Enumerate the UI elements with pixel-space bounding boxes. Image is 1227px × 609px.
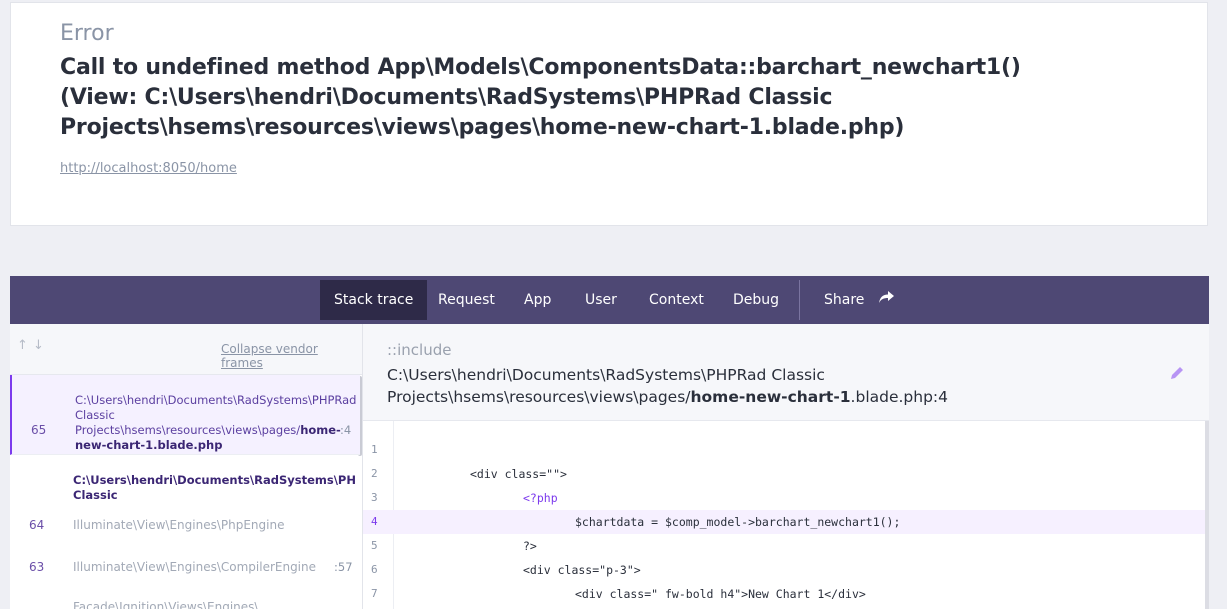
frame-number: 65 xyxy=(31,423,47,437)
error-url-link[interactable]: http://localhost:8050/home xyxy=(60,161,237,176)
tab-debug[interactable]: Debug xyxy=(719,280,793,320)
tab-stack-trace[interactable]: Stack trace xyxy=(320,280,428,320)
error-label: Error xyxy=(60,21,114,46)
code-line-highlighted: 4 $chartdata = $comp_model->barchart_new… xyxy=(363,510,1205,534)
frame-number: 63 xyxy=(29,560,45,574)
code-header: ::include C:\Users\hendri\Documents\RadS… xyxy=(363,324,1209,421)
frame-line-number: :57 xyxy=(334,560,353,574)
frame-path: C:\Users\hendri\Documents\RadSystems\PHP… xyxy=(75,393,357,452)
vendor-path: C:\Users\hendri\Documents\RadSystems\PHP… xyxy=(73,473,357,505)
error-message: Call to undefined method App\Models\Comp… xyxy=(60,55,1021,140)
frame-class: Facade\Ignition\Views\Engines\ xyxy=(73,600,259,609)
code-line: 6 <div class="p-3"> xyxy=(371,563,641,577)
error-card: Error Call to undefined method App\Model… xyxy=(10,2,1208,226)
tab-app[interactable]: App xyxy=(510,280,565,320)
stack-frame-selected[interactable]: 65 C:\Users\hendri\Documents\RadSystems\… xyxy=(10,375,360,455)
share-button[interactable]: Share xyxy=(810,280,908,320)
include-label: ::include xyxy=(387,341,452,359)
arrow-up-icon[interactable]: ↑ xyxy=(17,338,28,353)
frame-class: Illuminate\View\Engines\CompilerEngine xyxy=(73,560,317,574)
share-arrow-icon xyxy=(878,280,894,320)
tab-user[interactable]: User xyxy=(571,280,631,320)
file-path: C:\Users\hendri\Documents\RadSystems\PHP… xyxy=(387,366,949,406)
stack-frame-vendor-group[interactable]: C:\Users\hendri\Documents\RadSystems\PHP… xyxy=(10,456,360,609)
code-line: 3 <?php xyxy=(371,491,558,505)
frame-class: Illuminate\View\Engines\PhpEngine xyxy=(73,518,285,532)
code-line: 2 <div class=""> xyxy=(371,467,567,481)
code-line: 1 xyxy=(371,443,378,456)
pencil-edit-icon[interactable] xyxy=(1169,365,1185,385)
tab-divider xyxy=(799,280,800,320)
frame-line-number: :4 xyxy=(340,423,352,437)
arrow-down-icon[interactable]: ↓ xyxy=(33,338,44,353)
code-line: 7 <div class=" fw-bold h4">New Chart 1</… xyxy=(371,587,866,601)
collapse-vendor-frames-link[interactable]: Collapse vendor frames xyxy=(221,342,362,370)
code-line: 5 ?> xyxy=(371,539,537,553)
share-label: Share xyxy=(824,292,865,308)
code-pane: ::include C:\Users\hendri\Documents\RadS… xyxy=(363,324,1209,609)
frames-toolbar: ↑ ↓ Collapse vendor frames xyxy=(10,324,362,375)
tab-bar: Stack trace Request App User Context Deb… xyxy=(10,276,1209,324)
tab-request[interactable]: Request xyxy=(424,280,509,320)
tab-context[interactable]: Context xyxy=(635,280,718,320)
frame-number: 64 xyxy=(29,518,45,532)
code-scrollbar[interactable] xyxy=(1205,421,1209,609)
stack-frames-pane: ↑ ↓ Collapse vendor frames 65 C:\Users\h… xyxy=(10,324,363,609)
